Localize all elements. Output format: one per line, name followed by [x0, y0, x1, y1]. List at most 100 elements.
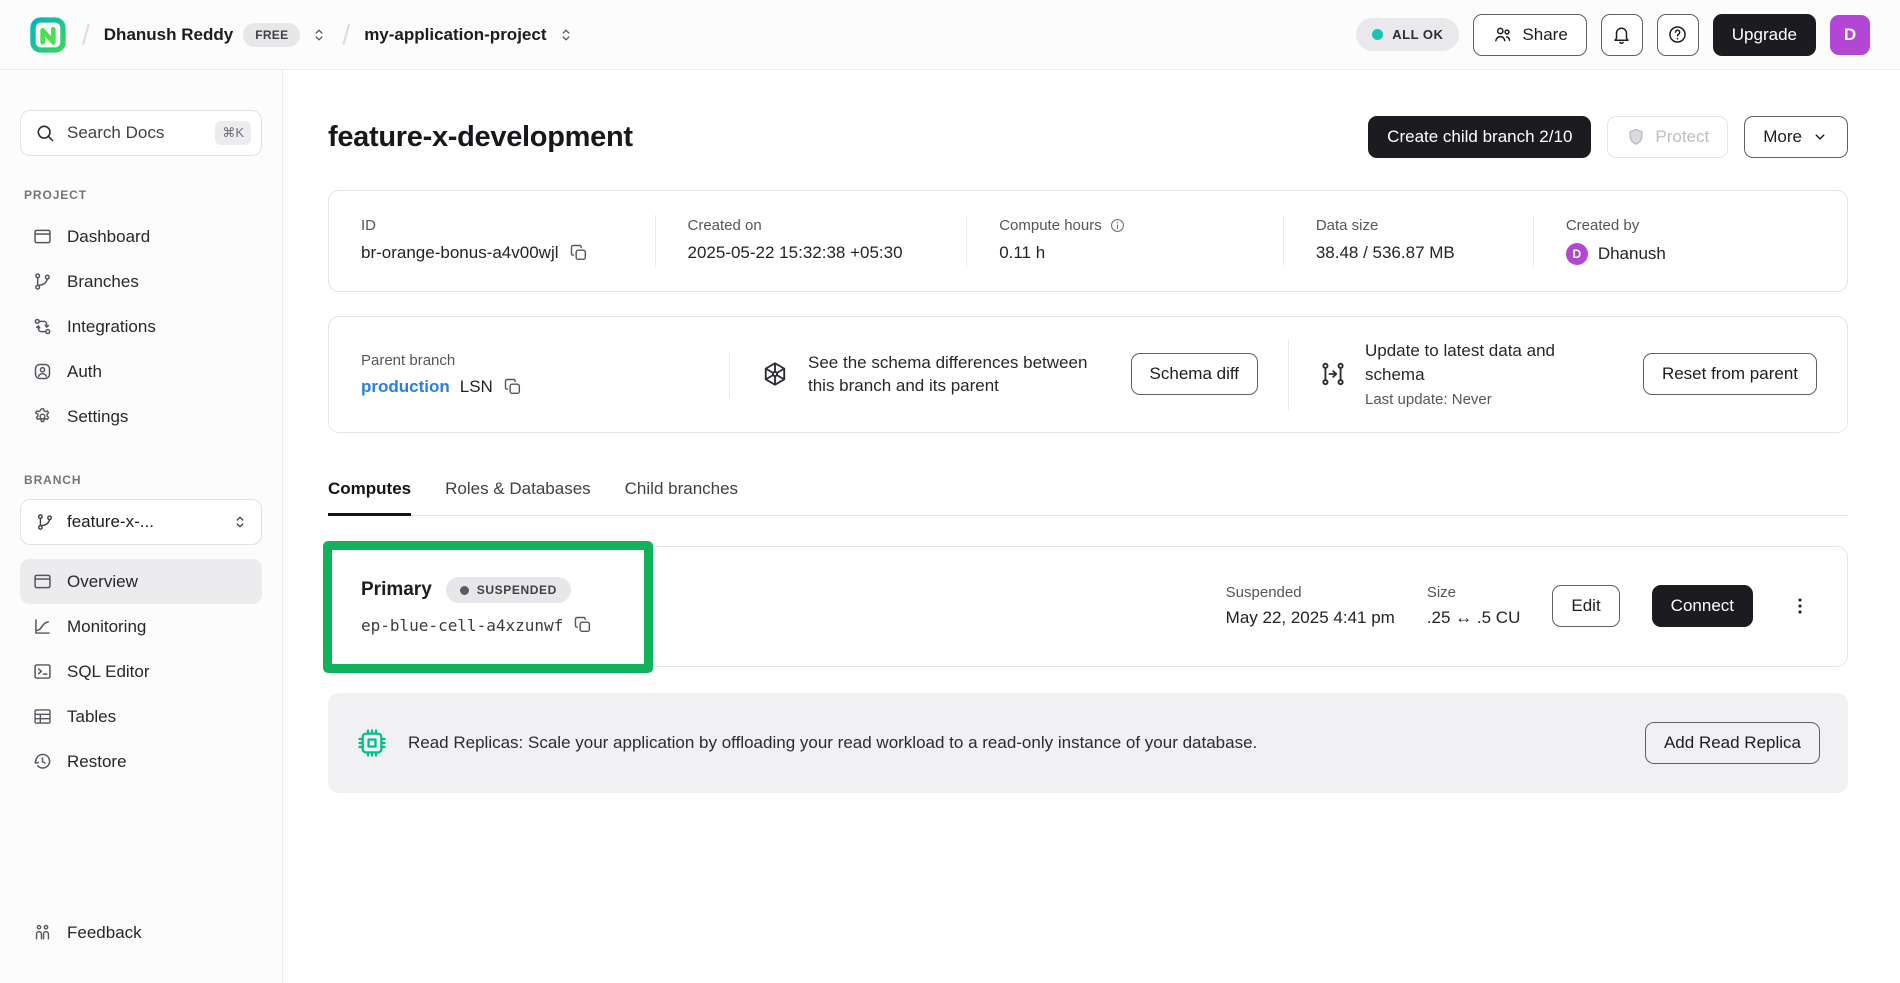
status-dot: [460, 586, 469, 595]
sidebar-item-label: Dashboard: [67, 227, 150, 247]
sidebar-item-label: Integrations: [67, 317, 156, 337]
schema-icon: [760, 359, 790, 389]
created-by-label: Created by: [1566, 217, 1815, 234]
upgrade-label: Upgrade: [1732, 25, 1797, 45]
created-by-avatar: D: [1566, 243, 1588, 265]
org-switcher[interactable]: Dhanush Reddy FREE: [104, 23, 329, 47]
read-replicas-bar: Read Replicas: Scale your application by…: [328, 693, 1848, 793]
chevrons-updown-icon: [557, 26, 575, 44]
neon-logo-icon[interactable]: [28, 15, 68, 55]
branch-selector[interactable]: feature-x-...: [20, 499, 262, 545]
size-value: .25 ↔ .5 CU: [1427, 608, 1521, 628]
copy-id-button[interactable]: [569, 243, 589, 263]
help-button[interactable]: [1657, 14, 1699, 56]
system-status-badge[interactable]: ALL OK: [1356, 18, 1459, 51]
share-label: Share: [1522, 25, 1567, 45]
shield-icon: [1626, 127, 1646, 147]
sidebar-item-tables[interactable]: Tables: [20, 694, 262, 739]
page-title: feature-x-development: [328, 121, 633, 154]
project-switcher[interactable]: my-application-project: [364, 25, 574, 45]
copy-lsn-button[interactable]: [503, 377, 523, 397]
upgrade-button[interactable]: Upgrade: [1713, 14, 1816, 56]
git-branch-icon: [32, 271, 53, 292]
share-button[interactable]: Share: [1473, 14, 1586, 56]
copy-endpoint-button[interactable]: [573, 615, 593, 635]
sidebar-item-auth[interactable]: Auth: [20, 349, 262, 394]
connect-button[interactable]: Connect: [1652, 585, 1753, 627]
lsn-label: LSN: [460, 377, 493, 397]
data-size-label: Data size: [1316, 217, 1501, 234]
line-chart-icon: [32, 616, 53, 637]
protect-button[interactable]: Protect: [1607, 116, 1728, 158]
sidebar-item-label: Restore: [67, 752, 127, 772]
sidebar-item-dashboard[interactable]: Dashboard: [20, 214, 262, 259]
org-name: Dhanush Reddy: [104, 25, 233, 45]
compute-status-badge: SUSPENDED: [446, 577, 571, 603]
compute-meta: Suspended May 22, 2025 4:41 pm Size .25 …: [1226, 584, 1815, 628]
created-on-label: Created on: [688, 217, 935, 234]
chevrons-updown-icon: [231, 513, 249, 531]
kebab-menu-icon[interactable]: [1785, 591, 1815, 621]
schema-diff-block: See the schema differences between this …: [729, 351, 1288, 399]
git-branch-icon: [35, 512, 55, 532]
branch-tabs: Computes Roles & Databases Child branche…: [328, 479, 1848, 516]
search-docs-input[interactable]: Search Docs ⌘K: [20, 110, 262, 156]
last-update-text: Last update: Never: [1365, 389, 1605, 410]
user-badge-icon: [32, 361, 53, 382]
bell-icon: [1611, 24, 1632, 45]
chevrons-updown-icon: [310, 26, 328, 44]
breadcrumb-divider: /: [340, 19, 352, 51]
sidebar-item-settings[interactable]: Settings: [20, 394, 262, 439]
sidebar-item-label: Branches: [67, 272, 139, 292]
cpu-chip-icon: [356, 727, 388, 759]
sidebar-item-integrations[interactable]: Integrations: [20, 304, 262, 349]
sidebar-item-label: Monitoring: [67, 617, 146, 637]
schema-diff-button[interactable]: Schema diff: [1131, 353, 1258, 395]
project-name: my-application-project: [364, 25, 546, 45]
compute-name: Primary: [361, 579, 432, 601]
user-avatar[interactable]: D: [1830, 15, 1870, 55]
sidebar-item-overview[interactable]: Overview: [20, 559, 262, 604]
add-read-replica-button[interactable]: Add Read Replica: [1645, 722, 1820, 764]
sidebar-item-restore[interactable]: Restore: [20, 739, 262, 784]
data-size-value: 38.48 / 536.87 MB: [1316, 243, 1501, 263]
parent-branch-link[interactable]: production: [361, 377, 450, 397]
create-child-branch-button[interactable]: Create child branch 2/10: [1368, 116, 1591, 158]
main-content: feature-x-development Create child branc…: [283, 70, 1900, 983]
window-icon: [32, 571, 53, 592]
feedback-button[interactable]: Feedback: [20, 910, 262, 955]
notifications-button[interactable]: [1601, 14, 1643, 56]
sidebar-item-branches[interactable]: Branches: [20, 259, 262, 304]
tab-computes[interactable]: Computes: [328, 479, 411, 515]
tab-roles-databases[interactable]: Roles & Databases: [445, 479, 591, 515]
info-circle-icon[interactable]: [1109, 217, 1126, 234]
chevron-down-icon: [1811, 128, 1829, 146]
read-replicas-text: Read Replicas: Scale your application by…: [408, 733, 1257, 753]
reset-from-parent-button[interactable]: Reset from parent: [1643, 353, 1817, 395]
compute-row: Primary SUSPENDED ep-blue-cell-a4xzunwf …: [328, 546, 1848, 667]
schema-diff-text: See the schema differences between this …: [808, 351, 1113, 399]
tab-child-branches[interactable]: Child branches: [625, 479, 738, 515]
history-clock-icon: [32, 751, 53, 772]
sidebar-item-sql-editor[interactable]: SQL Editor: [20, 649, 262, 694]
branch-selector-value: feature-x-...: [67, 512, 154, 532]
more-button[interactable]: More: [1744, 116, 1848, 158]
edit-compute-button[interactable]: Edit: [1552, 585, 1619, 627]
branch-reset-icon: [1319, 360, 1347, 388]
top-bar-actions: ALL OK Share Upgrade D: [1356, 14, 1870, 56]
terminal-icon: [32, 661, 53, 682]
page-actions: Create child branch 2/10 Protect More: [1368, 116, 1848, 158]
parent-branch-card: Parent branch production LSN See the sch…: [328, 316, 1848, 433]
reset-parent-block: Update to latest data and schema Last up…: [1288, 339, 1847, 410]
branch-id-value: br-orange-bonus-a4v00wjl: [361, 243, 559, 263]
size-stat: Size .25 ↔ .5 CU: [1427, 584, 1521, 628]
update-text: Update to latest data and schema: [1365, 339, 1605, 387]
sidebar: Search Docs ⌘K PROJECT Dashboard Branche…: [0, 70, 283, 983]
status-text: ALL OK: [1392, 27, 1443, 42]
info-col-created-on: Created on 2025-05-22 15:32:38 +05:30: [655, 215, 967, 267]
parent-branch-block: Parent branch production LSN: [329, 352, 729, 397]
table-icon: [32, 706, 53, 727]
window-icon: [32, 226, 53, 247]
suspended-stat: Suspended May 22, 2025 4:41 pm: [1226, 584, 1395, 628]
sidebar-item-monitoring[interactable]: Monitoring: [20, 604, 262, 649]
